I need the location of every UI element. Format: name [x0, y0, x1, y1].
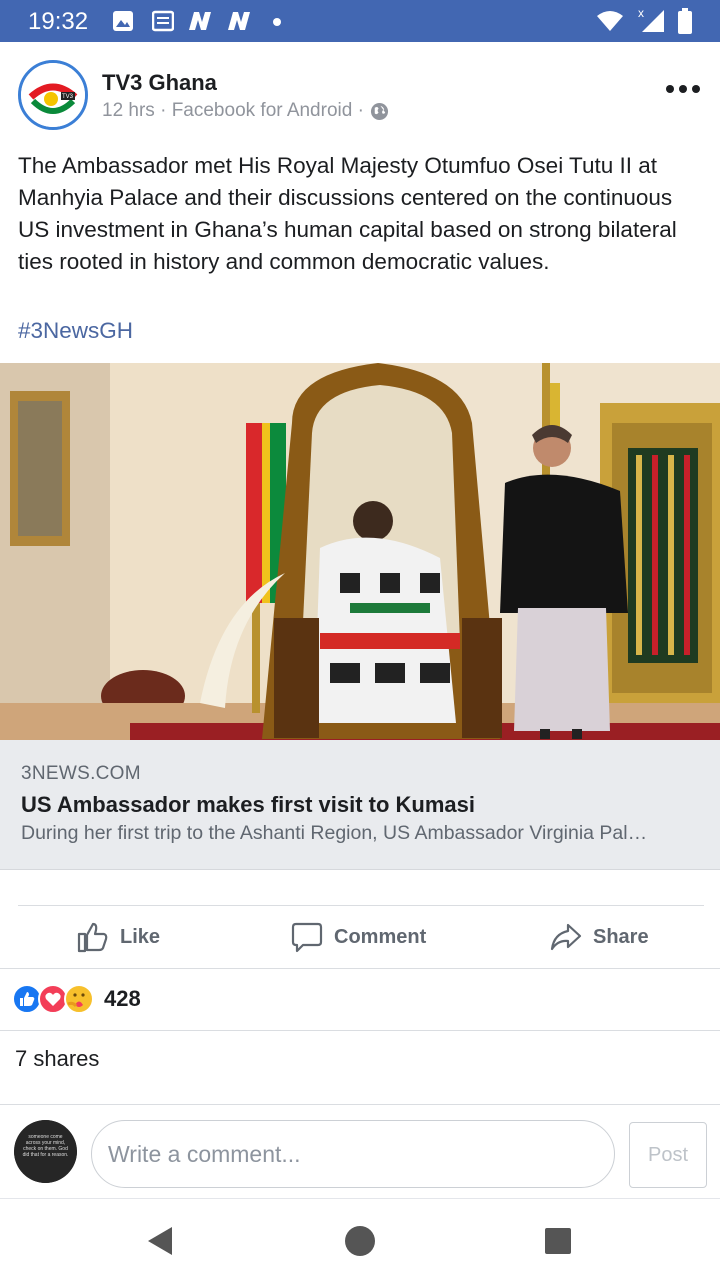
n-notification-icon: [228, 12, 250, 30]
more-options-button[interactable]: [660, 76, 706, 102]
user-avatar[interactable]: someone come across your mind, check on …: [14, 1120, 77, 1183]
post-meta-text: 12 hrs · Facebook for Android ·: [102, 100, 364, 121]
battery-icon: [678, 8, 692, 34]
comment-composer: someone come across your mind, check on …: [0, 1108, 720, 1196]
link-description: During her first trip to the Ashanti Reg…: [21, 822, 648, 844]
recents-icon[interactable]: [538, 1221, 578, 1261]
comment-icon: [291, 922, 323, 953]
comment-input[interactable]: [91, 1120, 615, 1188]
reactions-summary[interactable]: 428: [12, 982, 141, 1016]
post-text: The Ambassador met His Royal Majesty Otu…: [18, 153, 677, 274]
user-avatar-image: someone come across your mind, check on …: [14, 1120, 77, 1183]
more-dot: [666, 85, 674, 93]
wifi-icon: [597, 11, 623, 31]
post-comment-button[interactable]: Post: [629, 1122, 707, 1188]
post-meta: 12 hrs · Facebook for Android ·: [102, 100, 389, 122]
post-photo[interactable]: [0, 363, 720, 740]
share-label: Share: [593, 925, 649, 948]
divider: [0, 1030, 720, 1031]
shares-count[interactable]: 7 shares: [15, 1046, 99, 1072]
gallery-notification-icon: [113, 11, 133, 31]
page-name[interactable]: TV3 Ghana: [102, 70, 217, 96]
user-avatar-text: someone come across your mind, check on …: [22, 1134, 69, 1158]
share-button[interactable]: Share: [549, 906, 649, 968]
like-label: Like: [120, 925, 161, 948]
post-header: TV3 TV3 Ghana 12 hrs · Facebook for Andr…: [0, 42, 720, 142]
back-icon[interactable]: [142, 1221, 182, 1261]
n-notification-icon: [189, 12, 211, 30]
page-avatar[interactable]: TV3: [18, 60, 88, 130]
dot-notification-icon: [273, 18, 281, 26]
action-bar: Like Comment Share: [0, 906, 720, 968]
more-dot: [692, 85, 700, 93]
home-icon[interactable]: [340, 1221, 380, 1261]
link-source: 3NEWS.COM: [21, 763, 141, 784]
more-dot: [679, 85, 687, 93]
android-nav-bar: [0, 1198, 720, 1280]
svg-text:TV3: TV3: [62, 94, 74, 100]
reaction-count: 428: [104, 986, 141, 1011]
link-title: US Ambassador makes first visit to Kumas…: [21, 792, 476, 817]
status-bar: 19:32 x: [0, 0, 720, 42]
globe-icon: [370, 102, 388, 120]
tv3-logo-icon: TV3: [21, 63, 85, 127]
like-button[interactable]: Like: [76, 906, 160, 968]
divider: [0, 1104, 720, 1105]
link-preview-card[interactable]: 3NEWS.COM US Ambassador makes first visi…: [0, 740, 720, 870]
hashtag-link[interactable]: #3NewsGH: [18, 318, 133, 344]
care-icon: [64, 984, 94, 1014]
svg-text:x: x: [638, 6, 644, 20]
share-arrow-icon: [550, 923, 582, 951]
status-time: 19:32: [28, 8, 89, 35]
news-notification-icon: [152, 10, 174, 32]
thumbs-up-icon: [77, 922, 108, 953]
comment-button[interactable]: Comment: [290, 906, 426, 968]
palace-photo-image: [0, 363, 720, 740]
signal-icon: x: [638, 6, 664, 32]
divider: [0, 968, 720, 969]
comment-label: Comment: [334, 925, 427, 948]
